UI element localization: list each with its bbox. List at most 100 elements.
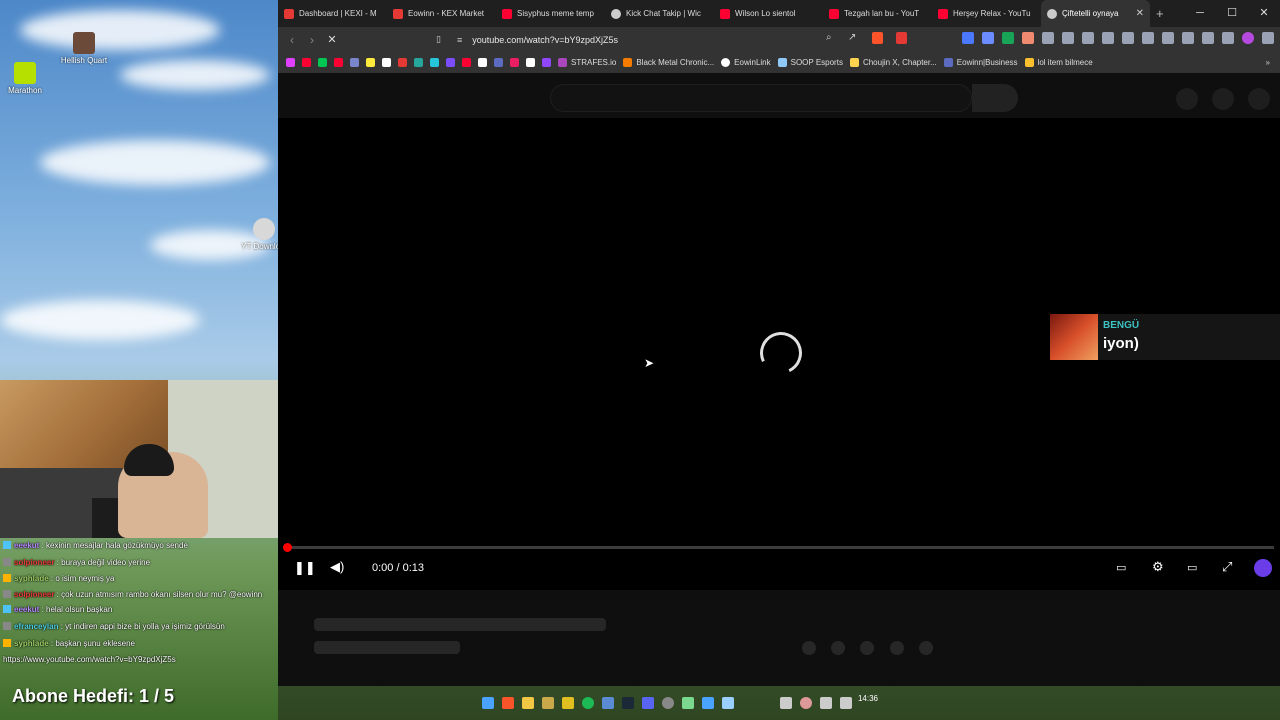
- extension-icon[interactable]: [1022, 32, 1034, 44]
- bookmark-item[interactable]: [542, 58, 551, 67]
- media-icon[interactable]: [1142, 32, 1154, 44]
- extension-icon[interactable]: [1002, 32, 1014, 44]
- browser-tab[interactable]: Eowinn - KEX Market: [387, 0, 496, 27]
- bookmark-item[interactable]: [318, 58, 327, 67]
- app-icon[interactable]: [562, 697, 574, 709]
- search-input-skeleton[interactable]: [550, 84, 972, 112]
- menu-icon[interactable]: [1262, 32, 1274, 44]
- app-icon[interactable]: [702, 697, 714, 709]
- create-icon[interactable]: [1176, 88, 1198, 110]
- brave-icon[interactable]: [502, 697, 514, 709]
- volume-icon[interactable]: [840, 697, 852, 709]
- discord-icon[interactable]: [642, 697, 654, 709]
- back-icon[interactable]: ‹: [282, 33, 302, 47]
- stop-loading-icon[interactable]: ✕: [322, 33, 342, 46]
- spotify-icon[interactable]: [582, 697, 594, 709]
- app-icon[interactable]: [722, 697, 734, 709]
- browser-tab[interactable]: Herşey Relax - YouTu: [932, 0, 1041, 27]
- video-player[interactable]: ➤ BENGÜ iyon) ❚❚ ◀) 0:00 / 0:13 ▭ ⚙ ▭ ⤢: [278, 118, 1280, 590]
- bookmark-item[interactable]: [366, 58, 375, 67]
- extension-icon[interactable]: [982, 32, 994, 44]
- notifications-icon[interactable]: [1212, 88, 1234, 110]
- profile-icon[interactable]: [1242, 32, 1254, 44]
- volume-icon[interactable]: ◀): [330, 559, 344, 575]
- browser-tab[interactable]: Kick Chat Takip | Wic: [605, 0, 714, 27]
- bookmark-icon[interactable]: ▯: [436, 34, 441, 45]
- bookmark-favicon-icon: [526, 58, 535, 67]
- pause-icon[interactable]: ❚❚: [294, 560, 316, 576]
- bookmark-item[interactable]: [350, 58, 359, 67]
- bookmark-lol-item[interactable]: lol item bilmece: [1024, 58, 1093, 67]
- extension-icon[interactable]: [1042, 32, 1054, 44]
- bookmark-item[interactable]: [430, 58, 439, 67]
- app-icon[interactable]: [542, 697, 554, 709]
- zoom-icon[interactable]: ⌕: [826, 32, 832, 43]
- leo-icon[interactable]: [1202, 32, 1214, 44]
- site-info-icon[interactable]: ≡: [457, 35, 462, 45]
- bookmark-item[interactable]: [286, 58, 295, 67]
- bookmark-item[interactable]: [302, 58, 311, 67]
- sidebar-icon[interactable]: [1102, 32, 1114, 44]
- network-icon[interactable]: [820, 697, 832, 709]
- browser-tab[interactable]: Wilson Lo sientol: [714, 0, 823, 27]
- bookmark-item[interactable]: [334, 58, 343, 67]
- obs-icon[interactable]: [662, 697, 674, 709]
- scrubber-handle[interactable]: [283, 543, 292, 552]
- extensions-puzzle-icon[interactable]: [1082, 32, 1094, 44]
- reading-list-icon[interactable]: [1162, 32, 1174, 44]
- bookmark-soop[interactable]: SOOP Esports: [777, 58, 843, 67]
- miniplayer-icon[interactable]: ▭: [1187, 561, 1197, 574]
- file-explorer-icon[interactable]: [522, 697, 534, 709]
- bookmark-item[interactable]: [526, 58, 535, 67]
- settings-gear-icon[interactable]: ⚙: [1152, 559, 1164, 575]
- extension-icon[interactable]: [962, 32, 974, 44]
- progress-bar[interactable]: [283, 543, 1274, 552]
- tray-icon[interactable]: [780, 697, 792, 709]
- extension-overlay-icon[interactable]: [1254, 559, 1272, 577]
- more-bookmarks-icon[interactable]: »: [1266, 58, 1270, 67]
- bookmark-item[interactable]: [398, 58, 407, 67]
- brave-rewards-icon[interactable]: [896, 32, 907, 44]
- bookmark-choujin[interactable]: Choujin X, Chapter...: [849, 58, 937, 67]
- bookmark-black-metal[interactable]: Black Metal Chronic...: [623, 58, 714, 67]
- clock[interactable]: 14:36: [858, 694, 878, 703]
- address-bar[interactable]: ▯ ≡ youtube.com/watch?v=bY9zpdXjZ5s: [436, 29, 870, 50]
- bookmark-item[interactable]: [382, 58, 391, 67]
- browser-tab[interactable]: Tezgah lan bu - YouT: [823, 0, 932, 27]
- steam-icon[interactable]: [622, 697, 634, 709]
- new-tab-button[interactable]: +: [1156, 6, 1164, 21]
- bookmark-eowinlink[interactable]: EowinLink: [721, 58, 771, 67]
- browser-tab[interactable]: Dashboard | KEXI - M: [278, 0, 387, 27]
- browser-tab[interactable]: Sisyphus meme temp: [496, 0, 605, 27]
- app-icon[interactable]: [602, 697, 614, 709]
- bookmark-eowinn-business[interactable]: Eowinn|Business: [943, 58, 1018, 67]
- desktop-icon-marathon[interactable]: Marathon: [0, 62, 55, 95]
- start-icon[interactable]: [482, 697, 494, 709]
- avatar[interactable]: [1248, 88, 1270, 110]
- bookmark-item[interactable]: [414, 58, 423, 67]
- bookmark-item[interactable]: [462, 58, 471, 67]
- maximize-icon[interactable]: ☐: [1216, 0, 1248, 27]
- vpn-icon[interactable]: [1222, 32, 1234, 44]
- search-button-skeleton[interactable]: [972, 84, 1018, 112]
- fullscreen-icon[interactable]: ⤢: [1222, 559, 1232, 575]
- brave-shield-icon[interactable]: [872, 32, 883, 44]
- subtitles-icon[interactable]: ▭: [1116, 561, 1126, 574]
- wallet-icon[interactable]: [1182, 32, 1194, 44]
- bookmark-strafes[interactable]: STRAFES.io: [558, 58, 616, 67]
- download-icon[interactable]: [1122, 32, 1134, 44]
- microphone-icon[interactable]: [800, 697, 812, 709]
- close-window-icon[interactable]: ✕: [1248, 0, 1280, 27]
- share-icon[interactable]: ↗: [848, 32, 856, 43]
- bookmark-item[interactable]: [494, 58, 503, 67]
- bookmark-item[interactable]: [478, 58, 487, 67]
- desktop-icon-hellish-quart[interactable]: Hellish Quart: [54, 32, 114, 65]
- browser-tab-active[interactable]: Çiftetelli oynaya ✕: [1041, 0, 1150, 27]
- bookmark-item[interactable]: [510, 58, 519, 67]
- extension-icon[interactable]: [1062, 32, 1074, 44]
- app-icon[interactable]: [682, 697, 694, 709]
- minimize-icon[interactable]: ─: [1184, 0, 1216, 27]
- close-tab-icon[interactable]: ✕: [1136, 8, 1144, 19]
- bookmark-item[interactable]: [446, 58, 455, 67]
- forward-icon[interactable]: ›: [302, 33, 322, 47]
